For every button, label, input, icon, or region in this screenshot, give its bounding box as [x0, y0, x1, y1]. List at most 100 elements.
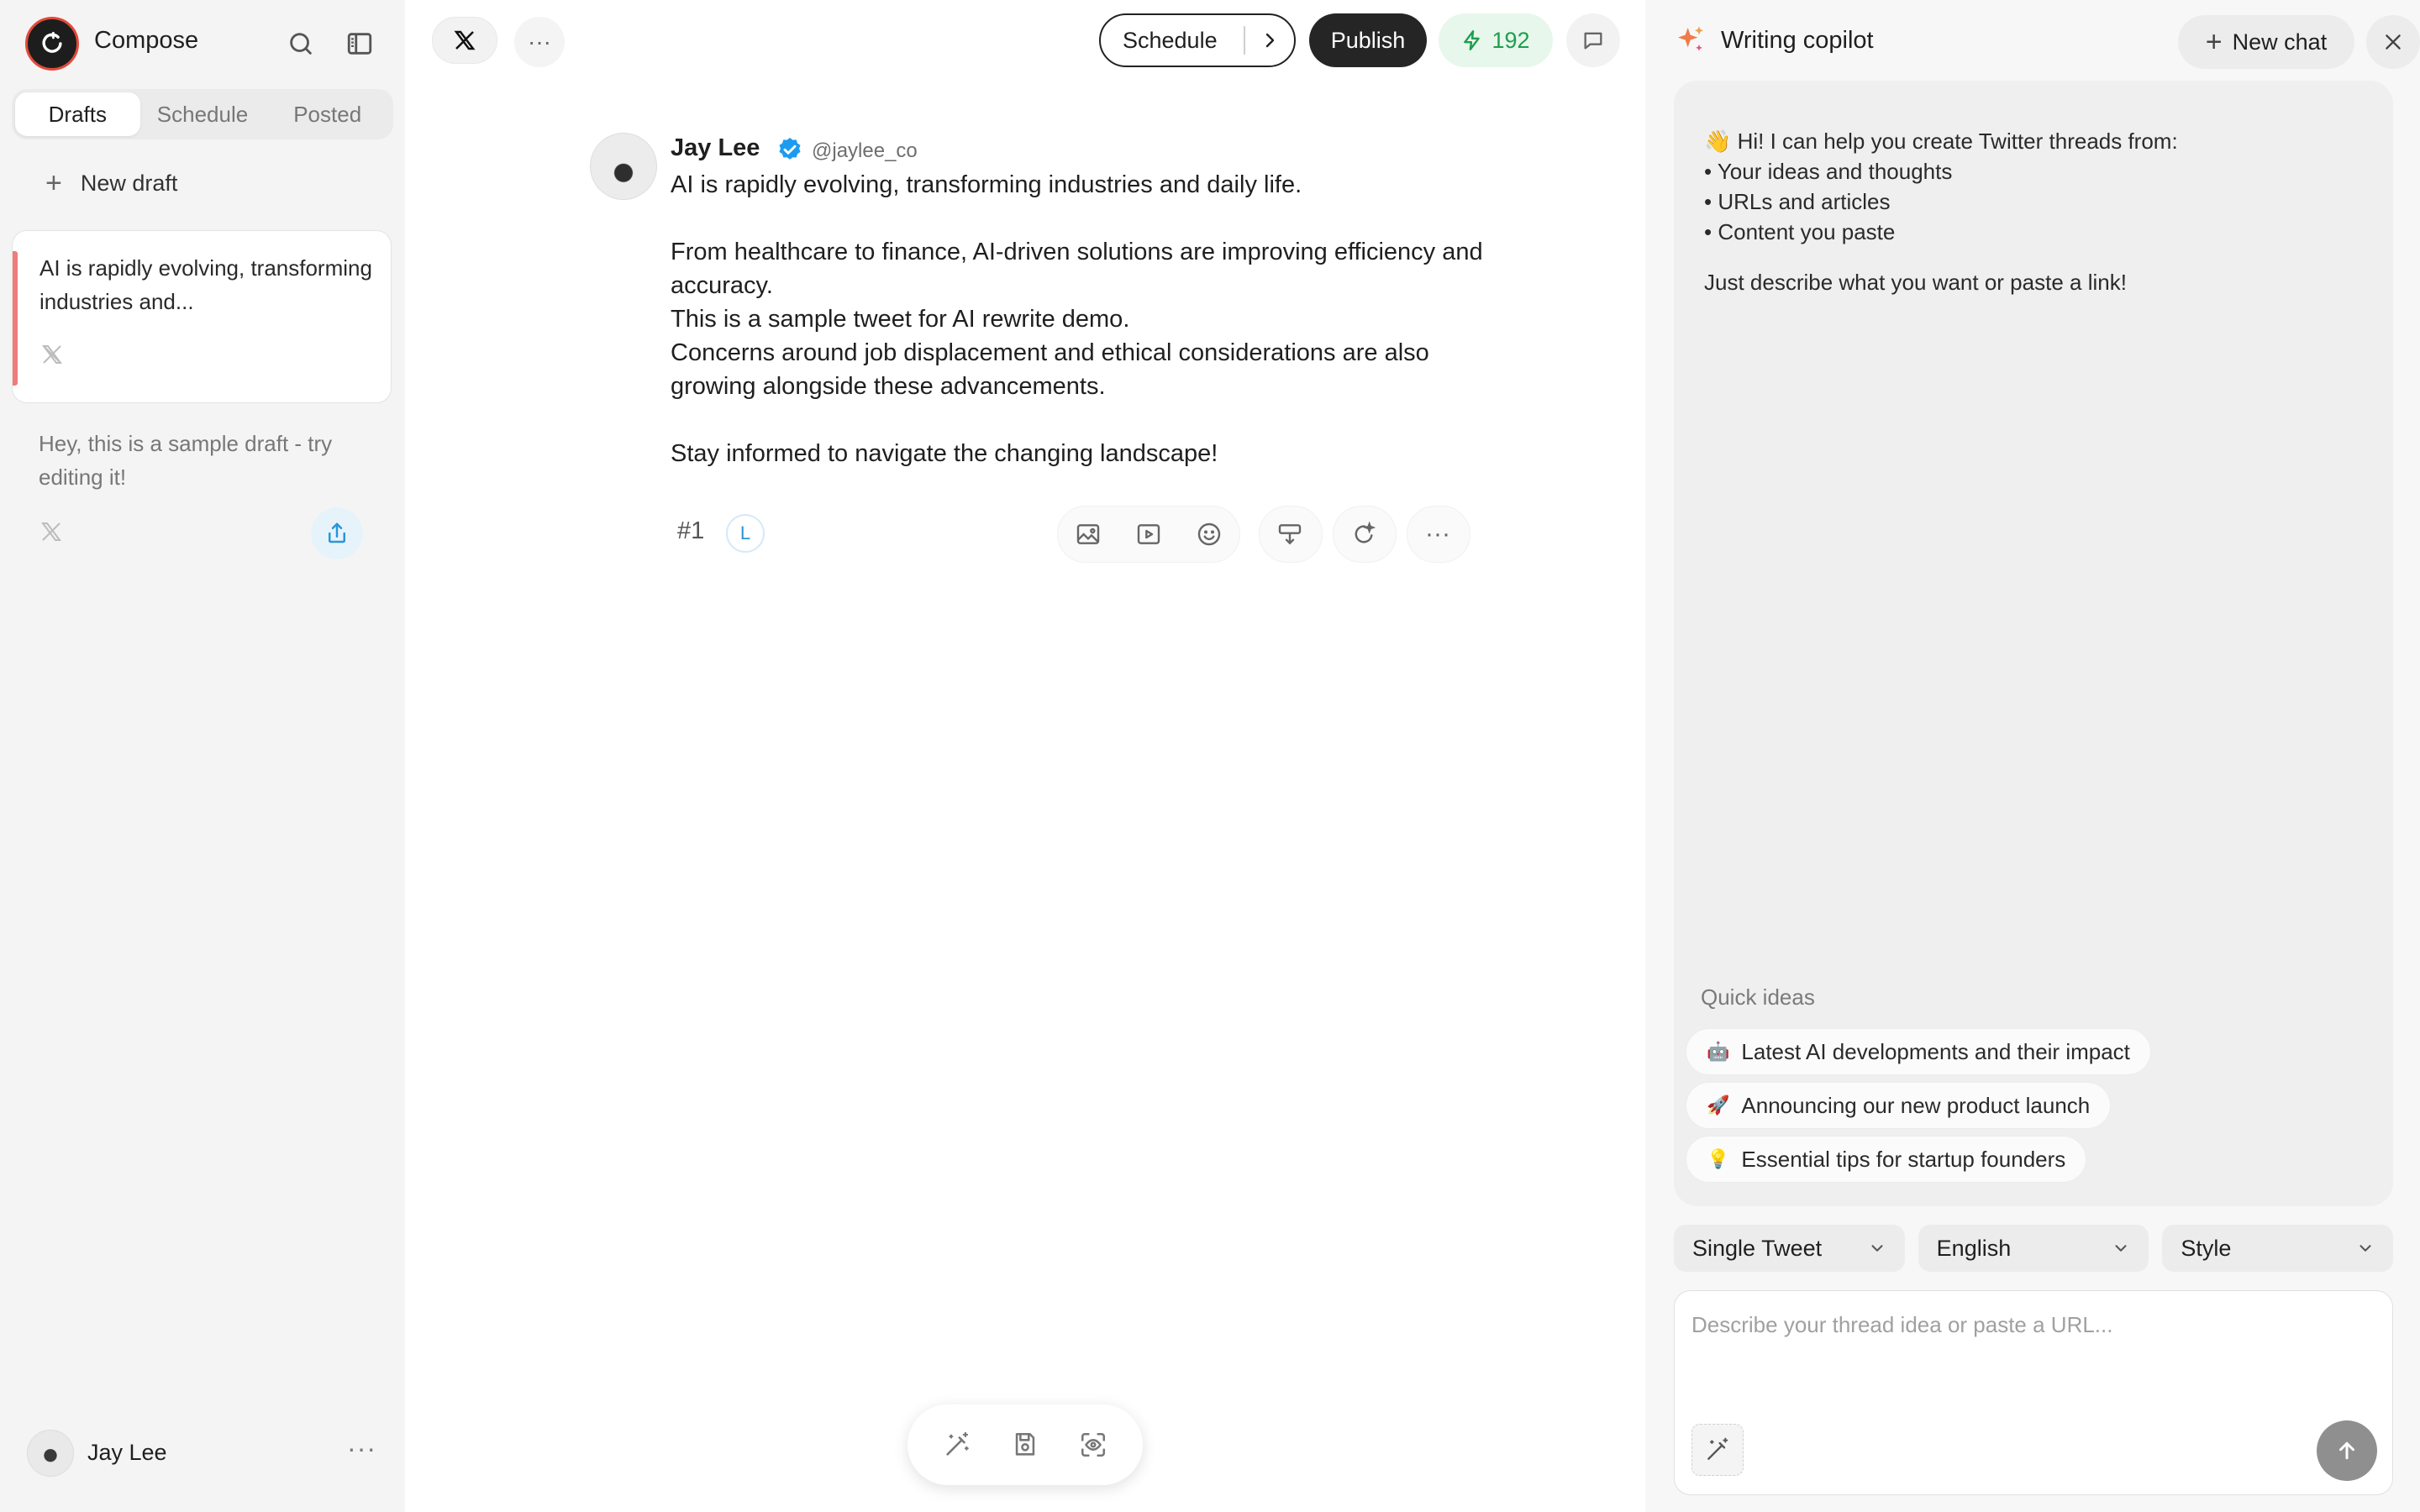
- author-name: Jay Lee: [671, 134, 760, 161]
- quick-idea-text: Latest AI developments and their impact: [1741, 1038, 2130, 1064]
- app-title: Compose: [94, 27, 199, 54]
- x-logo-icon: [39, 342, 66, 369]
- tweet-line: Stay informed to navigate the changing l…: [671, 440, 1218, 467]
- emoji-icon[interactable]: [1179, 506, 1239, 563]
- schedule-button[interactable]: Schedule: [1099, 13, 1296, 67]
- more-options-icon[interactable]: ···: [514, 17, 565, 67]
- editor-topbar-left: ···: [432, 17, 565, 67]
- new-chat-button[interactable]: + New chat: [2178, 15, 2354, 69]
- rocket-icon: 🚀: [1707, 1095, 1730, 1116]
- bullet-item: • Content you paste: [1704, 219, 1896, 244]
- more-options-icon[interactable]: ···: [1407, 506, 1468, 563]
- schedule-label: Schedule: [1123, 27, 1218, 53]
- language-select[interactable]: English: [1918, 1225, 2149, 1272]
- magic-wand-icon[interactable]: [932, 1420, 982, 1470]
- quick-idea-text: Announcing our new product launch: [1741, 1092, 2091, 1118]
- verified-badge-icon: [776, 136, 803, 163]
- copilot-title: Writing copilot: [1721, 27, 1874, 54]
- new-chat-label: New chat: [2232, 29, 2328, 55]
- thread-split-icon[interactable]: [1260, 506, 1320, 563]
- chevron-down-icon: [2112, 1239, 2130, 1257]
- send-button[interactable]: [2317, 1420, 2377, 1481]
- image-icon[interactable]: [1058, 506, 1118, 563]
- format-select-value: Single Tweet: [1692, 1235, 1823, 1261]
- lightbulb-icon: 💡: [1707, 1148, 1730, 1169]
- bullet-item: • URLs and articles: [1704, 189, 1891, 214]
- writing-copilot-panel: Writing copilot + New chat 👋 Hi! I can h…: [1647, 0, 2420, 1512]
- tab-drafts[interactable]: Drafts: [15, 92, 140, 136]
- search-icon[interactable]: [282, 25, 319, 62]
- bullet-item: • Your ideas and thoughts: [1704, 159, 1953, 184]
- closing-text: Just describe what you want or paste a l…: [1704, 270, 2127, 295]
- arrow-up-icon: [2334, 1438, 2360, 1463]
- more-tool: ···: [1407, 506, 1470, 563]
- copilot-input-box: [1674, 1290, 2393, 1495]
- more-options-icon[interactable]: ···: [347, 1433, 376, 1464]
- tab-posted[interactable]: Posted: [265, 92, 390, 136]
- share-icon[interactable]: [311, 507, 363, 559]
- ai-rewrite-icon[interactable]: [1334, 506, 1394, 563]
- platform-selector[interactable]: [432, 17, 497, 64]
- comment-icon[interactable]: [1566, 13, 1620, 67]
- assistant-message: 👋 Hi! I can help you create Twitter thre…: [1704, 126, 2360, 297]
- poll-tool: [1259, 506, 1323, 563]
- editor-main: ··· Schedule Publish 192 Jay Lee @jaylee…: [405, 0, 1645, 1512]
- draft-preview-text[interactable]: Hey, this is a sample draft - try editin…: [39, 427, 375, 494]
- robot-icon: 🤖: [1707, 1041, 1730, 1062]
- style-select[interactable]: Style: [2162, 1225, 2394, 1272]
- format-select[interactable]: Single Tweet: [1674, 1225, 1905, 1272]
- lightning-icon: [1461, 29, 1483, 51]
- chevron-down-icon: [1868, 1239, 1886, 1257]
- quick-idea-text: Essential tips for startup founders: [1741, 1146, 2066, 1172]
- editor-dock: [908, 1404, 1143, 1485]
- greeting-text: 👋 Hi! I can help you create Twitter thre…: [1704, 129, 2178, 154]
- credits-badge[interactable]: 192: [1439, 13, 1553, 67]
- magic-wand-icon[interactable]: [1691, 1424, 1744, 1476]
- style-select-value: Style: [2181, 1235, 2232, 1261]
- quick-idea-chip[interactable]: 💡 Essential tips for startup founders: [1686, 1136, 2087, 1183]
- media-tools: [1057, 506, 1240, 563]
- tweet-number: #1: [677, 517, 705, 544]
- copilot-prompt-input[interactable]: [1691, 1308, 2364, 1341]
- language-select-value: English: [1936, 1235, 2012, 1261]
- publish-button[interactable]: Publish: [1309, 13, 1427, 67]
- preview-icon[interactable]: [1068, 1420, 1118, 1470]
- x-logo-icon: [39, 519, 64, 544]
- chevron-down-icon: [2356, 1239, 2375, 1257]
- sidebar-toggle-icon[interactable]: [341, 25, 378, 62]
- tweet-text-editor[interactable]: AI is rapidly evolving, transforming ind…: [671, 168, 1494, 470]
- avatar: [590, 133, 657, 200]
- new-draft-label: New draft: [80, 170, 178, 196]
- app-logo[interactable]: [25, 17, 79, 71]
- sidebar: Compose Drafts Schedule Posted + New dra…: [0, 0, 403, 1512]
- chat-panel: 👋 Hi! I can help you create Twitter thre…: [1674, 81, 2393, 1206]
- tweet-line: This is a sample tweet for AI rewrite de…: [671, 306, 1130, 333]
- x-logo-icon: [452, 28, 477, 53]
- credits-count: 192: [1491, 27, 1530, 53]
- ai-tool: [1333, 506, 1397, 563]
- draft-preview-text: AI is rapidly evolving, transforming ind…: [39, 255, 372, 314]
- selected-indicator: [13, 251, 18, 386]
- video-icon[interactable]: [1118, 506, 1179, 563]
- tab-schedule[interactable]: Schedule: [140, 92, 266, 136]
- copilot-header: Writing copilot + New chat: [1674, 15, 2420, 71]
- copilot-options: Single Tweet English Style: [1674, 1225, 2394, 1272]
- current-user[interactable]: Jay Lee ···: [27, 1430, 380, 1477]
- plus-icon: +: [2205, 26, 2223, 58]
- draft-item-selected[interactable]: AI is rapidly evolving, transforming ind…: [12, 230, 392, 403]
- sidebar-header: Compose: [25, 17, 387, 71]
- sparkle-icon: [1674, 24, 1707, 57]
- user-name: Jay Lee: [87, 1440, 167, 1465]
- tweet-line: From healthcare to finance, AI-driven so…: [671, 239, 1483, 299]
- close-icon[interactable]: [2366, 15, 2420, 69]
- new-draft-button[interactable]: + New draft: [45, 166, 177, 200]
- tweet-toolbar: #1 L ···: [671, 502, 1494, 566]
- quick-ideas-label: Quick ideas: [1701, 984, 1815, 1010]
- quick-idea-chip[interactable]: 🤖 Latest AI developments and their impac…: [1686, 1028, 2151, 1075]
- chevron-right-icon[interactable]: [1245, 30, 1294, 50]
- save-icon[interactable]: [1000, 1420, 1050, 1470]
- account-badge[interactable]: L: [726, 514, 765, 553]
- quick-idea-chip[interactable]: 🚀 Announcing our new product launch: [1686, 1082, 2112, 1129]
